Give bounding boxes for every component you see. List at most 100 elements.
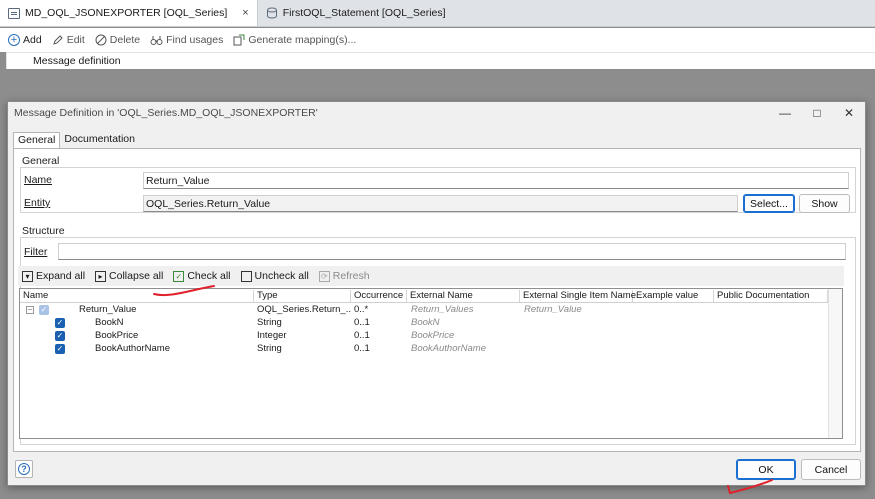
refresh-icon: ⟳ [318,270,330,282]
help-icon: ? [18,463,30,475]
column-header-example-value[interactable]: Example value [633,290,714,302]
row-name: BookAuthorName [95,343,170,354]
table-row[interactable]: − ✓ Return_Value OQL_Series.Return_... 0… [20,304,828,317]
collapse-all-button[interactable]: ▸ Collapse all [95,270,163,282]
row-checkbox[interactable]: ✓ [39,305,49,315]
generate-mapping-icon [233,34,245,46]
row-checkbox[interactable]: ✓ [55,331,65,341]
row-type: String [257,343,282,354]
tab-label: MD_OQL_JSONEXPORTER [OQL_Series] [25,7,228,19]
database-icon [266,7,277,19]
structure-toolbar: ▾ Expand all ▸ Collapse all ✓ Check all … [18,266,844,286]
add-button[interactable]: + Add [8,34,42,46]
add-label: Add [23,34,42,46]
row-external-name: BookAuthorName [411,343,486,354]
editor-tab-bar: MD_OQL_JSONEXPORTER [OQL_Series] × First… [0,0,875,27]
find-usages-label: Find usages [166,34,224,46]
row-name: BookPrice [95,330,139,341]
dialog-title-bar: Message Definition in 'OQL_Series.MD_OQL… [8,102,865,124]
name-input[interactable]: Return_Value [143,172,849,189]
editor-toolbar: + Add Edit Delete Find usages Generate m… [0,28,875,52]
delete-button[interactable]: Delete [95,34,140,46]
ok-button[interactable]: OK [736,459,796,480]
name-label: Name [24,174,52,186]
edit-label: Edit [66,34,85,46]
table-header: Name Type Occurrence External Name Exter… [20,289,828,303]
close-icon[interactable]: ✕ [833,102,865,124]
tab-label: FirstOQL_Statement [OQL_Series] [282,7,446,19]
window-controls: — □ ✕ [769,102,865,124]
expand-all-label: Expand all [36,270,86,282]
table-row[interactable]: ✓ BookAuthorName String 0..1 BookAuthorN… [20,343,828,356]
plus-circle-icon: + [8,34,20,46]
row-checkbox[interactable]: ✓ [55,318,65,328]
column-header-external-name[interactable]: External Name [407,290,520,302]
row-external-name: BookPrice [411,330,455,341]
vertical-scrollbar[interactable] [828,289,842,438]
row-type: String [257,317,282,328]
collapse-all-icon: ▸ [95,270,107,282]
binoculars-icon [150,36,163,45]
generate-mapping-label: Generate mapping(s)... [248,34,357,46]
collapse-toggle-icon[interactable]: − [26,306,34,314]
filter-input[interactable] [58,243,846,260]
maximize-icon[interactable]: □ [801,102,833,124]
message-definition-icon [8,7,20,19]
structure-tree-table: Name Type Occurrence External Name Exter… [19,288,843,439]
table-row[interactable]: ✓ BookN String 0..1 BookN [20,317,828,330]
row-type: OQL_Series.Return_... [257,304,351,315]
prohibited-icon [95,34,107,46]
collapse-all-label: Collapse all [109,270,164,282]
entity-label: Entity [24,197,50,209]
row-occurrence: 0..1 [354,343,370,354]
check-all-button[interactable]: ✓ Check all [173,270,231,282]
structure-group-label: Structure [22,225,65,237]
help-button[interactable]: ? [15,460,33,478]
find-usages-button[interactable]: Find usages [150,34,223,46]
row-occurrence: 0..* [354,304,369,315]
filter-label: Filter [24,246,47,258]
row-external-name: BookN [411,317,440,328]
dialog-title: Message Definition in 'OQL_Series.MD_OQL… [14,107,318,119]
general-group-label: General [22,155,60,167]
tab-md-oql-jsonexporter[interactable]: MD_OQL_JSONEXPORTER [OQL_Series] × [0,0,258,26]
row-external-single-item-name: Return_Value [524,304,582,315]
minimize-icon[interactable]: — [769,102,801,124]
close-icon[interactable]: × [242,7,248,19]
refresh-label: Refresh [332,270,370,282]
row-external-name: Return_Values [411,304,474,315]
tab-documentation[interactable]: Documentation [60,132,139,148]
uncheck-all-label: Uncheck all [254,270,309,282]
expand-all-button[interactable]: ▾ Expand all [22,270,85,282]
show-button[interactable]: Show [799,194,850,213]
delete-label: Delete [109,34,141,46]
tab-firstoql-statement[interactable]: FirstOQL_Statement [OQL_Series] [258,0,454,26]
check-all-icon: ✓ [173,270,185,282]
row-occurrence: 0..1 [354,317,370,328]
column-header-occurrence[interactable]: Occurrence [351,290,407,302]
entity-field: OQL_Series.Return_Value [143,195,738,212]
row-name: BookN [95,317,124,328]
column-header-public-documentation[interactable]: Public Documentation [714,290,828,302]
column-header-external-single-item-name[interactable]: External Single Item Name [520,290,636,302]
filter-label-text: Filter [24,246,48,258]
generate-mapping-button[interactable]: Generate mapping(s)... [233,34,356,46]
cancel-button[interactable]: Cancel [801,459,861,480]
uncheck-all-icon [240,270,252,282]
dialog-tabs: General Documentation [13,132,139,148]
refresh-button[interactable]: ⟳ Refresh [318,270,370,282]
row-name: Return_Value [79,304,137,315]
name-label-text: Name [24,174,53,186]
table-row[interactable]: ✓ BookPrice Integer 0..1 BookPrice [20,330,828,343]
row-checkbox[interactable]: ✓ [55,344,65,354]
tab-general[interactable]: General [13,132,61,148]
column-header-type[interactable]: Type [254,290,351,302]
message-definition-column-header: Message definition [6,52,875,69]
column-header-name[interactable]: Name [20,290,254,302]
row-type: Integer [257,330,287,341]
pencil-icon [52,35,63,45]
uncheck-all-button[interactable]: Uncheck all [240,270,309,282]
edit-button[interactable]: Edit [52,34,85,46]
select-button[interactable]: Select... [743,194,795,213]
row-occurrence: 0..1 [354,330,370,341]
